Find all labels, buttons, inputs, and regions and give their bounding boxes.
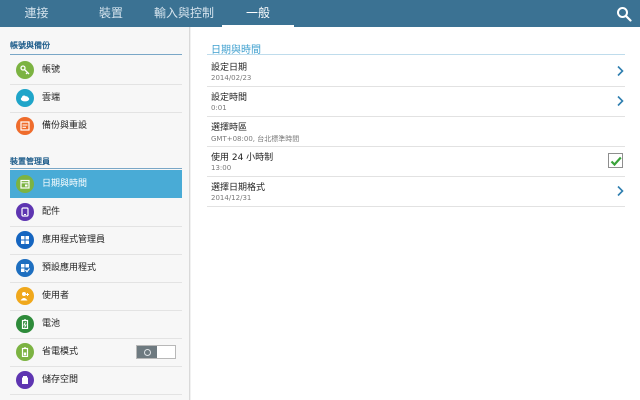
tab-input-control[interactable]: 輸入與控制: [148, 0, 220, 27]
row-title: 設定日期: [211, 63, 248, 73]
calendar-icon: [16, 175, 34, 193]
sidebar-item-cloud[interactable]: 雲端: [10, 84, 182, 112]
row-value: 2014/02/23: [211, 74, 252, 82]
row-divider: [207, 206, 625, 207]
sidebar-item-backup-reset[interactable]: 備份與重設: [10, 112, 182, 140]
apps-grid-icon: [16, 231, 34, 249]
setting-row-set-time[interactable]: 設定時間 0:01: [207, 86, 625, 116]
sidebar-item-label: 應用程式管理員: [42, 235, 106, 245]
title-divider: [207, 54, 625, 55]
row-value: 13:00: [211, 164, 232, 172]
accessory-icon: [16, 203, 34, 221]
sidebar-item-users[interactable]: 使用者: [10, 282, 182, 310]
section-header-accounts: 帳號與備份: [10, 41, 50, 50]
sidebar-item-label: 配件: [42, 207, 61, 217]
sidebar-item-date-time[interactable]: 日期與時間: [10, 170, 182, 198]
sidebar-item-label: 日期與時間: [42, 179, 88, 189]
section-divider: [10, 168, 182, 169]
battery-icon: [16, 315, 34, 333]
backup-icon: [16, 117, 34, 135]
date-time-settings-panel: 日期與時間 設定日期 2014/02/23 設定時間 0:01 選擇時區 GMT…: [191, 27, 640, 400]
setting-row-set-date[interactable]: 設定日期 2014/02/23: [207, 56, 625, 86]
tab-general[interactable]: 一般: [222, 0, 294, 27]
search-icon: [617, 7, 632, 22]
settings-sidebar: 帳號與備份 帳號 雲端 備份與重設 裝置管理員 日期與時間 配件 應用程式管理員…: [0, 27, 190, 400]
sidebar-item-label: 雲端: [42, 93, 61, 103]
chevron-right-icon: [617, 185, 624, 197]
search-button[interactable]: [616, 6, 632, 22]
sidebar-item-label: 省電模式: [42, 347, 79, 357]
row-value: 0:01: [211, 104, 227, 112]
setting-row-24-hour[interactable]: 使用 24 小時制 13:00: [207, 146, 625, 176]
setting-row-time-zone[interactable]: 選擇時區 GMT+08:00, 台北標準時間: [207, 116, 625, 146]
sidebar-item-battery[interactable]: 電池: [10, 310, 182, 338]
sidebar-item-power-saving[interactable]: 省電模式: [10, 338, 182, 366]
checkmark-icon: [610, 156, 622, 167]
row-title: 設定時間: [211, 93, 248, 103]
sidebar-item-label: 使用者: [42, 291, 70, 301]
sidebar-item-label: 儲存空間: [42, 375, 79, 385]
power-saving-toggle[interactable]: [136, 345, 176, 359]
sidebar-item-storage[interactable]: 儲存空間: [10, 366, 182, 394]
row-title: 使用 24 小時制: [211, 153, 274, 163]
users-icon: [16, 287, 34, 305]
section-header-device-manager: 裝置管理員: [10, 157, 50, 166]
sidebar-item-accounts[interactable]: 帳號: [10, 56, 182, 84]
cloud-icon: [16, 89, 34, 107]
key-icon: [16, 61, 34, 79]
sidebar-item-label: 備份與重設: [42, 121, 88, 131]
tab-device[interactable]: 裝置: [76, 0, 146, 27]
sidebar-item-default-apps[interactable]: 預設應用程式: [10, 254, 182, 282]
row-value: GMT+08:00, 台北標準時間: [211, 135, 300, 143]
toggle-off-knob: [137, 346, 157, 358]
chevron-right-icon: [617, 95, 624, 107]
sidebar-item-app-manager[interactable]: 應用程式管理員: [10, 226, 182, 254]
default-apps-icon: [16, 259, 34, 277]
chevron-right-icon: [617, 65, 624, 77]
row-title: 選擇日期格式: [211, 183, 266, 193]
row-title: 選擇時區: [211, 123, 248, 133]
sidebar-item-label: 預設應用程式: [42, 263, 97, 273]
top-tab-bar: 連接 裝置 輸入與控制 一般: [0, 0, 640, 27]
section-divider: [10, 54, 182, 55]
item-divider: [10, 394, 182, 395]
setting-row-date-format[interactable]: 選擇日期格式 2014/12/31: [207, 176, 625, 206]
tab-connections[interactable]: 連接: [0, 0, 73, 27]
power-saving-icon: [16, 343, 34, 361]
sidebar-item-label: 電池: [42, 319, 61, 329]
sidebar-item-label: 帳號: [42, 65, 61, 75]
tab-general-label: 一般: [245, 6, 270, 20]
sidebar-item-accessories[interactable]: 配件: [10, 198, 182, 226]
row-value: 2014/12/31: [211, 194, 252, 202]
storage-icon: [16, 371, 34, 389]
24-hour-checkbox[interactable]: [608, 153, 623, 168]
